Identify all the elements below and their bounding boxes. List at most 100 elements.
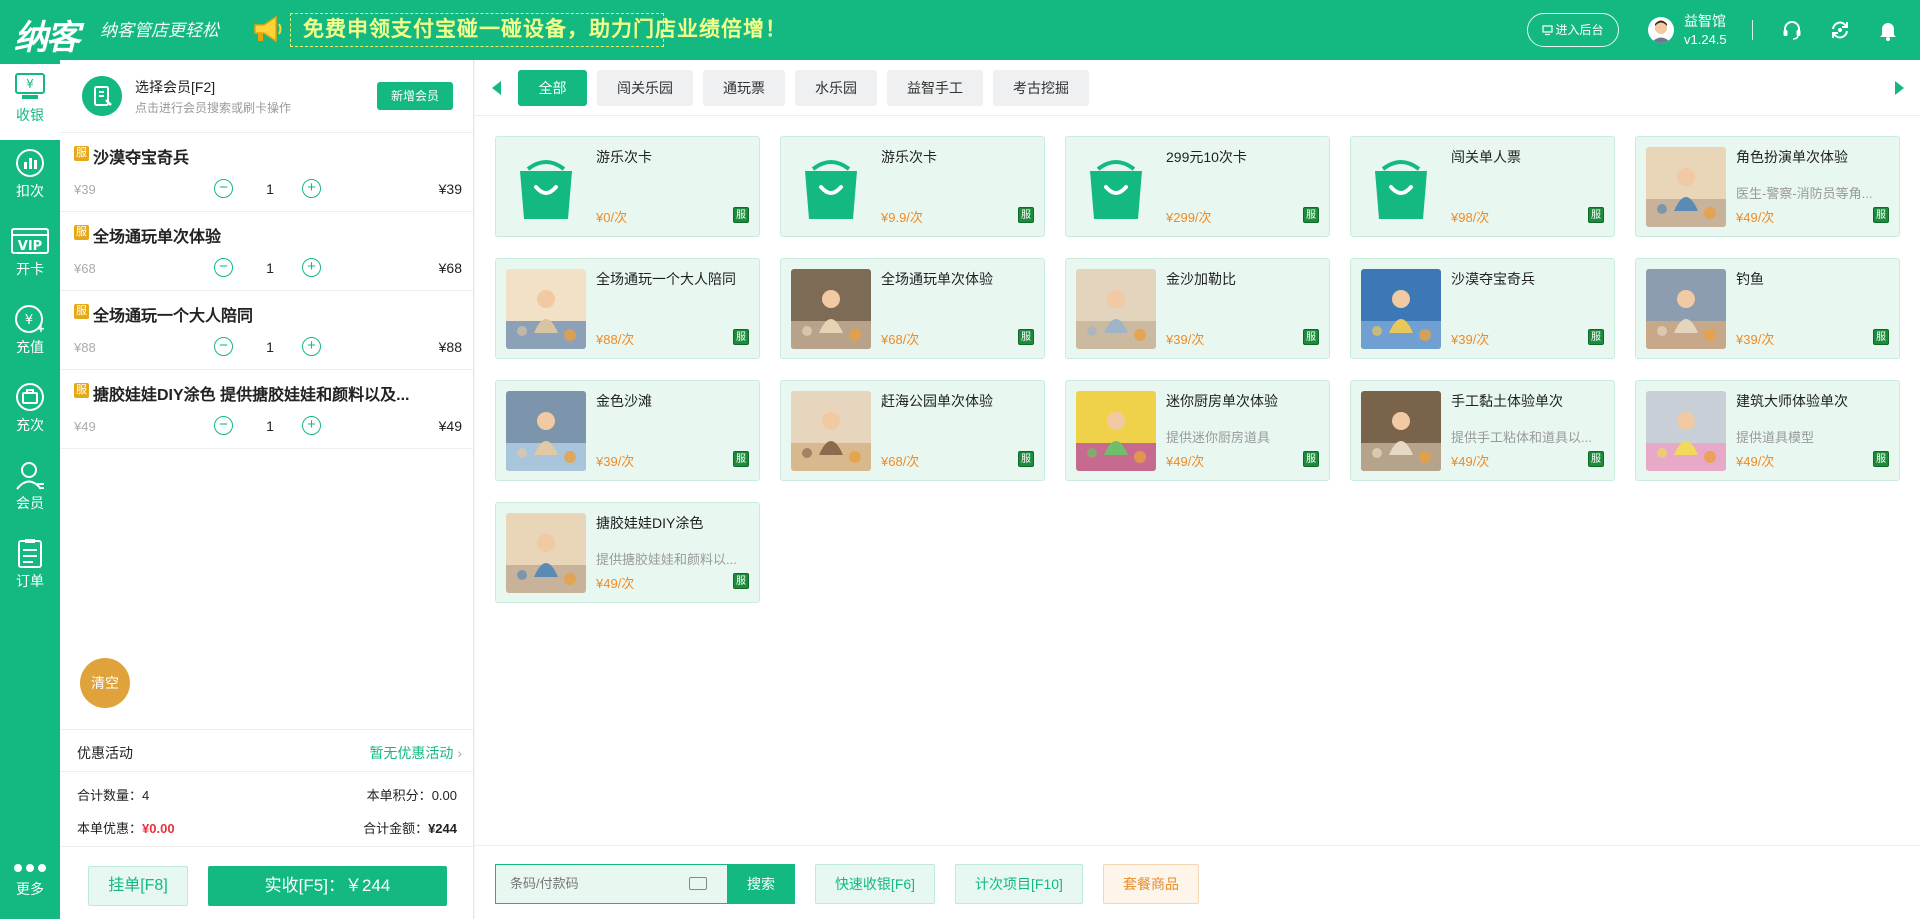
promotion-row[interactable]: 优惠活动 暂无优惠活动 › — [60, 729, 474, 772]
times-items-button[interactable]: 计次项目[F10] — [955, 864, 1083, 904]
shopping-bag-icon — [791, 147, 871, 227]
store-name: 益智馆 — [1684, 13, 1726, 29]
scroll-right-icon[interactable] — [1895, 81, 1904, 95]
service-badge: 服 — [733, 207, 749, 223]
service-badge: 服 — [1018, 329, 1034, 345]
decrease-qty-button[interactable]: − — [214, 258, 233, 277]
package-products-button[interactable]: 套餐商品 — [1103, 864, 1199, 904]
tab-adventure[interactable]: 闯关乐园 — [597, 70, 693, 106]
cart-item-qty[interactable]: 1 — [260, 260, 280, 276]
product-card[interactable]: 金沙加勒比 ¥39/次 服 — [1065, 258, 1330, 359]
nav-label: 充值 — [16, 339, 44, 355]
product-card[interactable]: 迷你厨房单次体验 提供迷你厨房道具 ¥49/次 服 — [1065, 380, 1330, 481]
cart-item-price: ¥88 — [74, 340, 96, 355]
product-card[interactable]: 角色扮演单次体验 医生-警察-消防员等角... ¥49/次 服 — [1635, 136, 1900, 237]
nav-item-recharge[interactable]: ¥ + 充值 — [0, 296, 60, 372]
nav-item-cashier[interactable]: ¥ 收银 — [0, 64, 60, 140]
cart-panel: 选择会员[F2] 点击进行会员搜索或刷卡操作 新增会员 服 沙漠夺宝奇兵 ¥39… — [60, 60, 474, 919]
product-card[interactable]: 沙漠夺宝奇兵 ¥39/次 服 — [1350, 258, 1615, 359]
product-desc: 提供手工粘体和道具以... — [1451, 430, 1592, 445]
nav-item-more[interactable]: 更多 — [0, 840, 60, 919]
enter-admin-button[interactable]: 进入后台 — [1527, 13, 1619, 47]
service-badge: 服 — [733, 329, 749, 345]
promo-banner[interactable]: 免费申领支付宝碰一碰设备，助力门店业绩倍增！ — [290, 13, 786, 47]
tab-all[interactable]: 全部 — [518, 70, 587, 106]
product-card[interactable]: 手工黏土体验单次提供手工粘体和道具以... ¥49/次 服 — [1350, 380, 1615, 481]
increase-qty-button[interactable]: + — [302, 179, 321, 198]
product-price: ¥49/次 — [1451, 454, 1490, 469]
quick-checkout-button[interactable]: 快速收银[F6] — [815, 864, 935, 904]
refresh-icon[interactable] — [1829, 19, 1851, 41]
clear-cart-button[interactable]: 清空 — [80, 658, 130, 708]
nav-item-open-card[interactable]: VIP 开卡 — [0, 218, 60, 294]
product-price: ¥0/次 — [596, 210, 628, 225]
increase-qty-button[interactable]: + — [302, 258, 321, 277]
service-badge: 服 — [74, 225, 89, 240]
keyboard-icon[interactable] — [689, 877, 707, 890]
cart-item-name: 全场通玩一个大人陪同 — [93, 308, 254, 325]
cart-item[interactable]: 服 搪胶娃娃DIY涂色 提供搪胶娃娃和颜料以及... ¥49 − 1 + ¥49 — [60, 370, 474, 449]
product-card[interactable]: 金色沙滩 ¥39/次 服 — [495, 380, 760, 481]
product-photo — [1646, 147, 1726, 227]
nav-item-order[interactable]: 订单 — [0, 530, 60, 606]
tab-water-park[interactable]: 水乐园 — [795, 70, 877, 106]
product-name: 建筑大师体验单次 — [1736, 393, 1848, 409]
bell-icon[interactable] — [1877, 19, 1899, 41]
service-badge: 服 — [1588, 451, 1604, 467]
barcode-input[interactable] — [496, 865, 686, 903]
recharge-icon: ¥+ — [15, 305, 45, 334]
product-card[interactable]: 闯关单人票 ¥98/次 服 — [1350, 136, 1615, 237]
increase-qty-button[interactable]: + — [302, 337, 321, 356]
recharge-times-icon — [16, 383, 44, 411]
product-card[interactable]: 建筑大师体验单次 提供道具模型 ¥49/次 服 — [1635, 380, 1900, 481]
cart-item-qty[interactable]: 1 — [260, 339, 280, 355]
total-amount-row: 合计金额：¥244 — [363, 821, 457, 836]
nav-item-recharge-times[interactable]: 充次 — [0, 374, 60, 450]
decrease-qty-button[interactable]: − — [214, 179, 233, 198]
cart-item[interactable]: 服 沙漠夺宝奇兵 ¥39 − 1 + ¥39 — [60, 133, 474, 212]
nav-label: 收银 — [16, 107, 44, 123]
nav-item-member[interactable]: 会员 — [0, 452, 60, 528]
cart-item[interactable]: 服 全场通玩一个大人陪同 ¥88 − 1 + ¥88 — [60, 291, 474, 370]
headset-icon[interactable] — [1781, 19, 1803, 41]
scroll-left-icon[interactable] — [492, 81, 501, 95]
product-card[interactable]: 游乐次卡 ¥9.9/次 服 — [780, 136, 1045, 237]
points: 0.00 — [431, 788, 457, 803]
increase-qty-button[interactable]: + — [302, 416, 321, 435]
product-price: ¥49/次 — [1166, 454, 1205, 469]
product-card[interactable]: 全场通玩单次体验 ¥68/次 服 — [780, 258, 1045, 359]
nav-label: 订单 — [16, 573, 44, 589]
shopping-bag-icon — [506, 147, 586, 227]
product-card[interactable]: 全场通玩一个大人陪同 ¥88/次 服 — [495, 258, 760, 359]
product-card[interactable]: 299元10次卡 ¥299/次 服 — [1065, 136, 1330, 237]
product-card[interactable]: 钓鱼 ¥39/次 服 — [1635, 258, 1900, 359]
select-member-hint: 点击进行会员搜索或刷卡操作 — [135, 101, 292, 115]
product-desc: 提供搪胶娃娃和颜料以... — [596, 552, 737, 567]
product-photo — [1076, 269, 1156, 349]
decrease-qty-button[interactable]: − — [214, 337, 233, 356]
hold-order-button[interactable]: 挂单[F8] — [88, 866, 188, 906]
cart-item-qty[interactable]: 1 — [260, 418, 280, 434]
product-card[interactable]: 搪胶娃娃DIY涂色 提供搪胶娃娃和颜料以... ¥49/次 服 — [495, 502, 760, 603]
product-name: 手工黏土体验单次 — [1451, 393, 1563, 409]
product-card[interactable]: 赶海公园单次体验 ¥68/次 服 — [780, 380, 1045, 481]
cart-item-qty[interactable]: 1 — [260, 181, 280, 197]
vip-card-icon: VIP — [11, 228, 49, 254]
search-button[interactable]: 搜索 — [727, 864, 795, 904]
tab-archaeology[interactable]: 考古挖掘 — [993, 70, 1089, 106]
decrease-qty-button[interactable]: − — [214, 416, 233, 435]
tab-crafts[interactable]: 益智手工 — [887, 70, 983, 106]
member-select-bar[interactable]: 选择会员[F2] 点击进行会员搜索或刷卡操作 新增会员 — [60, 60, 474, 133]
product-name: 游乐次卡 — [881, 149, 937, 165]
nav-item-deduct[interactable]: 扣次 — [0, 140, 60, 216]
tab-pass[interactable]: 通玩票 — [703, 70, 785, 106]
checkout-button[interactable]: 实收[F5]：￥244 — [208, 866, 447, 906]
product-price: ¥68/次 — [881, 332, 920, 347]
user-avatar[interactable] — [1648, 17, 1674, 43]
nav-more-label: 更多 — [16, 881, 44, 897]
cart-item[interactable]: 服 全场通玩单次体验 ¥68 − 1 + ¥68 — [60, 212, 474, 291]
service-badge: 服 — [1018, 207, 1034, 223]
product-card[interactable]: 游乐次卡 ¥0/次 服 — [495, 136, 760, 237]
product-price: ¥98/次 — [1451, 210, 1490, 225]
add-member-button[interactable]: 新增会员 — [377, 82, 453, 110]
